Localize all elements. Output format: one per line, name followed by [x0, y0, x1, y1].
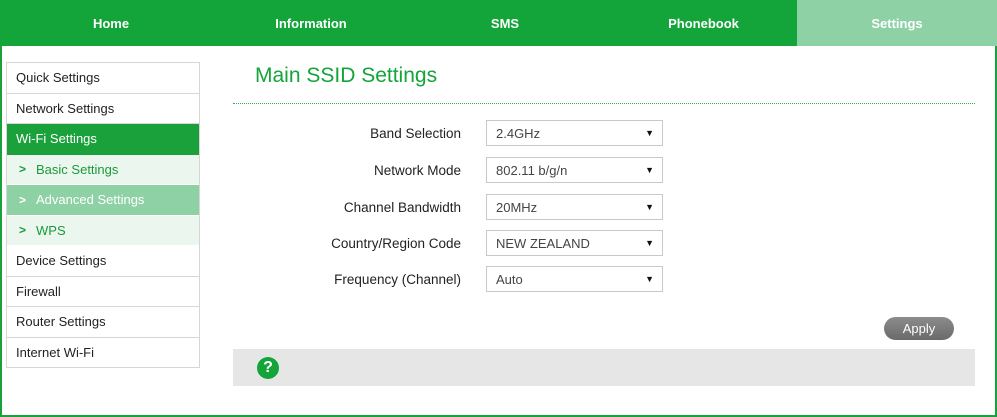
sidebar-item-wifi-settings[interactable]: Wi-Fi Settings — [7, 124, 199, 155]
tab-phonebook[interactable]: Phonebook — [610, 0, 797, 46]
select-value: 20MHz — [496, 199, 538, 215]
sidebar-item-firewall[interactable]: Firewall — [7, 276, 199, 307]
select-value: NEW ZEALAND — [496, 235, 590, 251]
page-title: Main SSID Settings — [255, 64, 438, 87]
form-row-frequency-channel: Frequency (Channel) Auto ▼ — [233, 266, 663, 292]
top-navigation: Home Information SMS Phonebook Settings — [0, 0, 997, 46]
dropdown-arrow-icon: ▼ — [645, 165, 654, 175]
dropdown-arrow-icon: ▼ — [645, 238, 654, 248]
form-row-band-selection: Band Selection 2.4GHz ▼ — [233, 120, 663, 146]
sidebar: Quick Settings Network Settings Wi-Fi Se… — [6, 62, 200, 368]
sidebar-item-router-settings[interactable]: Router Settings — [7, 307, 199, 338]
field-label: Country/Region Code — [331, 235, 461, 251]
sidebar-item-quick-settings[interactable]: Quick Settings — [7, 63, 199, 94]
band-selection-select[interactable]: 2.4GHz ▼ — [486, 120, 663, 146]
sidebar-subitem-label: Basic Settings — [36, 161, 119, 177]
sidebar-item-internet-wifi[interactable]: Internet Wi-Fi — [7, 337, 199, 368]
field-label: Band Selection — [370, 125, 461, 141]
sidebar-subitem-basic-settings[interactable]: > Basic Settings — [7, 154, 199, 185]
help-question-icon[interactable]: ? — [257, 357, 279, 379]
field-label: Channel Bandwidth — [343, 199, 461, 215]
apply-button[interactable]: Apply — [884, 317, 954, 340]
dropdown-arrow-icon: ▼ — [645, 274, 654, 284]
frequency-channel-select[interactable]: Auto ▼ — [486, 266, 663, 292]
tab-settings[interactable]: Settings — [797, 0, 997, 46]
tab-information[interactable]: Information — [222, 0, 400, 46]
title-divider — [233, 103, 975, 104]
select-value: 802.11 b/g/n — [496, 162, 568, 178]
dropdown-arrow-icon: ▼ — [645, 128, 654, 138]
select-value: Auto — [496, 271, 523, 287]
sidebar-subitem-label: WPS — [36, 222, 66, 238]
form-row-channel-bandwidth: Channel Bandwidth 20MHz ▼ — [233, 194, 663, 220]
network-mode-select[interactable]: 802.11 b/g/n ▼ — [486, 157, 663, 183]
sidebar-subitem-label: Advanced Settings — [36, 192, 145, 208]
chevron-right-icon: > — [19, 223, 27, 238]
sidebar-item-device-settings[interactable]: Device Settings — [7, 246, 199, 277]
dropdown-arrow-icon: ▼ — [645, 202, 654, 212]
help-bar: ? — [233, 349, 975, 386]
tab-sms[interactable]: SMS — [400, 0, 610, 46]
sidebar-subitem-advanced-settings[interactable]: > Advanced Settings — [7, 185, 199, 216]
field-label: Frequency (Channel) — [334, 271, 461, 287]
select-value: 2.4GHz — [496, 125, 541, 141]
tab-home[interactable]: Home — [0, 0, 222, 46]
form-row-country-region-code: Country/Region Code NEW ZEALAND ▼ — [233, 230, 663, 256]
sidebar-item-network-settings[interactable]: Network Settings — [7, 93, 199, 124]
chevron-right-icon: > — [19, 192, 27, 207]
channel-bandwidth-select[interactable]: 20MHz ▼ — [486, 194, 663, 220]
chevron-right-icon: > — [19, 162, 27, 177]
country-region-code-select[interactable]: NEW ZEALAND ▼ — [486, 230, 663, 256]
sidebar-subitem-wps[interactable]: > WPS — [7, 215, 199, 246]
form-row-network-mode: Network Mode 802.11 b/g/n ▼ — [233, 157, 663, 183]
field-label: Network Mode — [373, 162, 461, 178]
